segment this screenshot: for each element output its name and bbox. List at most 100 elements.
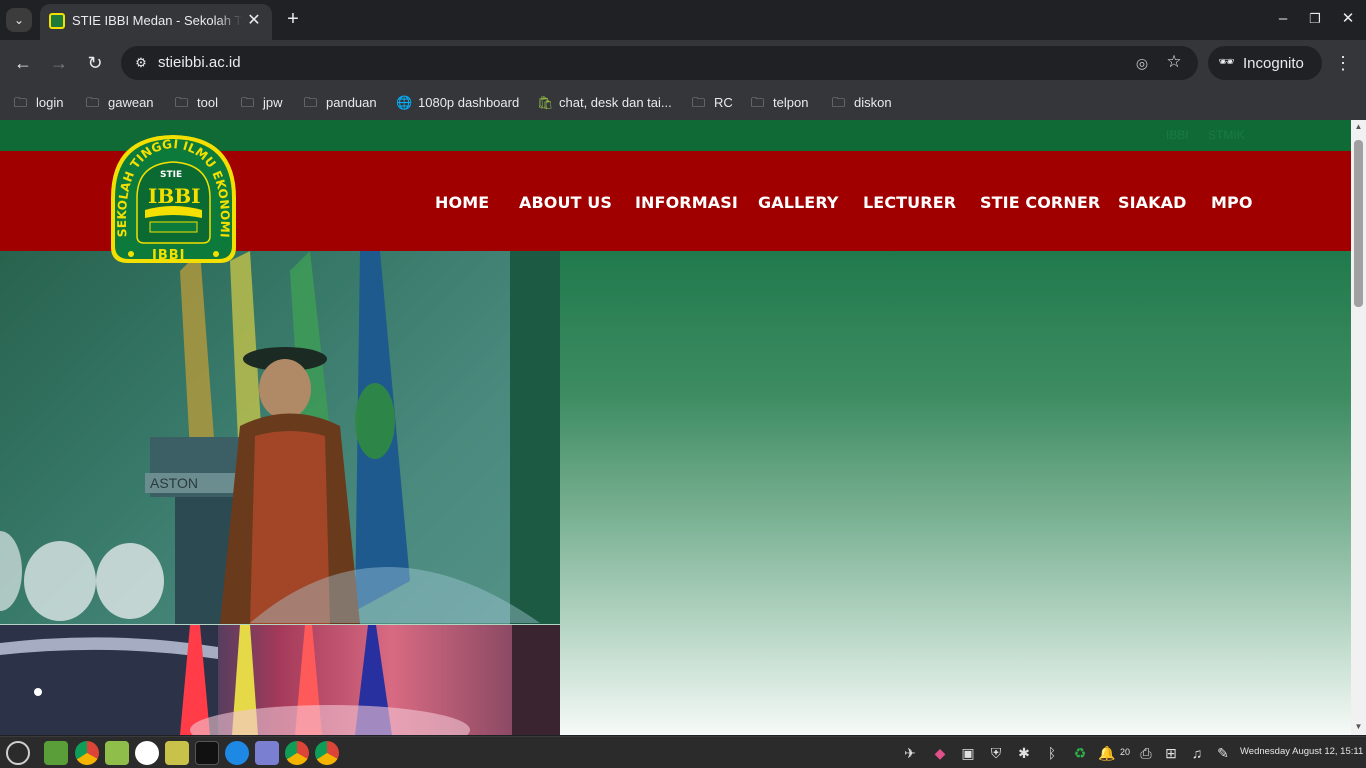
bookmark-star-icon[interactable]: ☆ bbox=[1164, 52, 1184, 72]
browser-tab-active[interactable]: STIE IBBI Medan - Sekolah Tinggi ✕ bbox=[40, 4, 272, 40]
bookmark-1080p-dashboard[interactable]: 🌐 1080p dashboard bbox=[396, 92, 519, 114]
globe-icon: 🌐 bbox=[396, 95, 413, 110]
text-editor-icon[interactable] bbox=[255, 741, 279, 765]
browser-tabbar: ⌄ STIE IBBI Medan - Sekolah Tinggi ✕ + –… bbox=[0, 0, 1366, 40]
forward-icon[interactable]: → bbox=[47, 51, 71, 75]
bookmark-gawean[interactable]: 🗀 gawean bbox=[86, 92, 154, 114]
clipboard-icon[interactable]: ▣ bbox=[958, 743, 978, 763]
incognito-label: Incognito bbox=[1243, 55, 1304, 72]
bookmarks-bar: 🗀 login 🗀 gawean 🗀 tool 🗀 jpw 🗀 panduan 🌐 1080… bbox=[0, 86, 1366, 120]
bookmark-panduan[interactable]: 🗀 panduan bbox=[304, 92, 377, 114]
maximize-icon[interactable]: ❐ bbox=[1304, 8, 1326, 30]
nav-mpo[interactable]: MPO bbox=[1211, 193, 1253, 212]
app-icon[interactable] bbox=[165, 741, 189, 765]
taskbar-clock[interactable]: Wednesday August 12, 15:11 bbox=[1240, 746, 1363, 757]
chrome-icon[interactable] bbox=[75, 741, 99, 765]
hero-photo-flags bbox=[0, 625, 560, 735]
nav-informasi[interactable]: INFORMASI bbox=[635, 193, 738, 212]
url-text[interactable]: stieibbi.ac.id bbox=[158, 54, 241, 71]
nav-siakad[interactable]: SIAKAD bbox=[1118, 193, 1187, 212]
folder-icon: 🗀 bbox=[751, 95, 765, 110]
stie-ibbi-logo[interactable]: SEKOLAH TINGGI ILMU EKONOMI STIE IBBI IB… bbox=[107, 132, 240, 266]
minimize-icon[interactable]: – bbox=[1272, 8, 1294, 30]
web-page: IBBI STMIK HOME ABOUT US INFORMASI GALLE… bbox=[0, 120, 1351, 735]
nav-lecturer[interactable]: LECTURER bbox=[863, 193, 956, 212]
address-bar[interactable]: ⚙ stieibbi.ac.id ◎ ☆ bbox=[121, 46, 1198, 80]
page-scrollbar[interactable]: ▲ ▼ bbox=[1351, 120, 1366, 735]
network-tool-icon[interactable]: ✈ bbox=[900, 743, 920, 763]
terminal-icon[interactable] bbox=[195, 741, 219, 765]
volume-icon[interactable]: 🔔 bbox=[1097, 743, 1117, 763]
scroll-thumb[interactable] bbox=[1354, 140, 1363, 307]
sync-icon[interactable] bbox=[225, 741, 249, 765]
tab-search-dropdown-icon[interactable]: ⌄ bbox=[6, 8, 32, 32]
flameshot-icon[interactable]: ◆ bbox=[930, 743, 950, 763]
bookmark-login[interactable]: 🗀 login bbox=[14, 92, 63, 114]
shield-icon[interactable]: ⛨ bbox=[986, 743, 1006, 763]
slack-tray-icon[interactable]: ✱ bbox=[1014, 743, 1034, 763]
bookmark-label: 1080p dashboard bbox=[418, 95, 520, 110]
bluetooth-icon[interactable]: ᛒ bbox=[1042, 743, 1062, 763]
printer-icon[interactable]: ⎙ bbox=[1136, 743, 1156, 763]
volume-level: 20 bbox=[1120, 747, 1131, 757]
top-link-ibbi[interactable]: IBBI bbox=[1166, 128, 1189, 142]
bookmark-label: panduan bbox=[326, 95, 377, 110]
bookmark-telpon[interactable]: 🗀 telpon bbox=[751, 92, 808, 114]
shopify-icon: 🛍 bbox=[537, 95, 554, 110]
bookmark-label: gawean bbox=[108, 95, 154, 110]
bookmark-label: login bbox=[36, 95, 64, 110]
os-taskbar: ✈ ◆ ▣ ⛨ ✱ ᛒ ♻ 🔔 20 ⎙ ⊞ ♫ ✎ Wednesday Aug… bbox=[0, 736, 1366, 768]
files-icon[interactable] bbox=[105, 741, 129, 765]
close-window-icon[interactable]: ✕ bbox=[1337, 8, 1359, 30]
bookmark-chat-desk[interactable]: 🛍 chat, desk dan tai... bbox=[537, 92, 672, 114]
reload-icon[interactable]: ↻ bbox=[83, 51, 107, 75]
bookmark-rc[interactable]: 🗀 RC bbox=[692, 92, 733, 114]
bookmark-diskon[interactable]: 🗀 diskon bbox=[832, 92, 892, 114]
browser-menu-icon[interactable]: ⋮ bbox=[1332, 51, 1354, 75]
music-icon[interactable]: ♫ bbox=[1187, 743, 1207, 763]
notes-icon[interactable]: ✎ bbox=[1213, 743, 1233, 763]
scroll-down-icon[interactable]: ▼ bbox=[1351, 720, 1366, 734]
scroll-up-icon[interactable]: ▲ bbox=[1351, 120, 1366, 134]
bookmark-label: diskon bbox=[854, 95, 892, 110]
chrome-window-icon[interactable] bbox=[285, 741, 309, 765]
bookmark-label: chat, desk dan tai... bbox=[559, 95, 672, 110]
logo-mark: IBBI bbox=[148, 184, 201, 208]
podium-text: ASTON bbox=[150, 475, 198, 491]
folder-icon: 🗀 bbox=[86, 95, 100, 110]
logo-bottom-text: IBBI bbox=[152, 248, 186, 263]
tab-title: STIE IBBI Medan - Sekolah Tinggi bbox=[72, 13, 242, 28]
bookmark-label: jpw bbox=[263, 95, 283, 110]
bookmark-label: tool bbox=[197, 95, 218, 110]
browser-toolbar: ← → ↻ ⚙ stieibbi.ac.id ◎ ☆ 🕶 Incognito ⋮ bbox=[0, 40, 1366, 86]
incognito-badge[interactable]: 🕶 Incognito bbox=[1208, 46, 1322, 80]
bookmark-tool[interactable]: 🗀 tool bbox=[175, 92, 218, 114]
bookmark-label: RC bbox=[714, 95, 733, 110]
close-tab-icon[interactable]: ✕ bbox=[244, 11, 264, 31]
folder-icon: 🗀 bbox=[832, 95, 846, 110]
folder-icon: 🗀 bbox=[14, 95, 28, 110]
folder-icon: 🗀 bbox=[241, 95, 255, 110]
mint-menu-icon[interactable] bbox=[6, 741, 30, 765]
chrome-window-icon[interactable] bbox=[315, 741, 339, 765]
top-link-stmik[interactable]: STMIK bbox=[1208, 128, 1245, 142]
photo-illustration: ASTON bbox=[0, 251, 560, 624]
site-info-icon[interactable]: ⚙ bbox=[131, 53, 151, 73]
back-icon[interactable]: ← bbox=[11, 51, 35, 75]
nav-about-us[interactable]: ABOUT US bbox=[519, 193, 612, 212]
site-favicon-icon bbox=[49, 13, 65, 29]
tracking-eye-off-icon[interactable]: ◎ bbox=[1132, 53, 1152, 73]
logo-center-text: STIE bbox=[160, 170, 182, 180]
slack-icon[interactable] bbox=[135, 741, 159, 765]
update-icon[interactable]: ♻ bbox=[1070, 743, 1090, 763]
photo-illustration bbox=[0, 625, 560, 735]
nav-home[interactable]: HOME bbox=[435, 193, 489, 212]
hero-photo-graduation-speaker: ASTON bbox=[0, 251, 560, 624]
network-icon[interactable]: ⊞ bbox=[1161, 743, 1181, 763]
nav-stie-corner[interactable]: STIE CORNER bbox=[980, 193, 1100, 212]
folder-icon: 🗀 bbox=[304, 95, 318, 110]
nav-gallery[interactable]: GALLERY bbox=[758, 193, 839, 212]
bookmark-jpw[interactable]: 🗀 jpw bbox=[241, 92, 283, 114]
new-tab-icon[interactable]: + bbox=[282, 8, 304, 30]
show-desktop-icon[interactable] bbox=[44, 741, 68, 765]
